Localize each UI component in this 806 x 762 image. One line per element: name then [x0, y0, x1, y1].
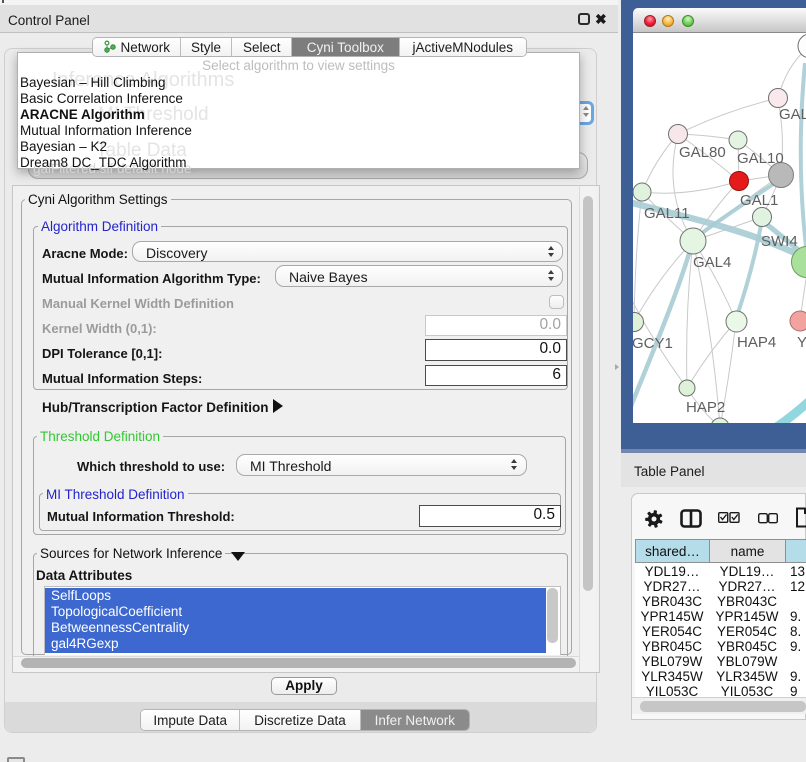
svg-text:GAL11: GAL11 — [644, 205, 690, 222]
svg-text:HAP4: HAP4 — [737, 334, 776, 351]
svg-text:GAL4: GAL4 — [693, 254, 731, 271]
svg-text:GAL10: GAL10 — [737, 150, 784, 167]
svg-text:Y: Y — [797, 334, 806, 351]
svg-text:GCY1: GCY1 — [633, 335, 673, 352]
svg-text:SWI4: SWI4 — [761, 233, 798, 250]
svg-text:HAP2: HAP2 — [686, 399, 725, 416]
svg-text:GAL1: GAL1 — [740, 192, 778, 209]
svg-text:GAL80: GAL80 — [679, 144, 726, 161]
svg-text:GAL: GAL — [779, 106, 806, 123]
